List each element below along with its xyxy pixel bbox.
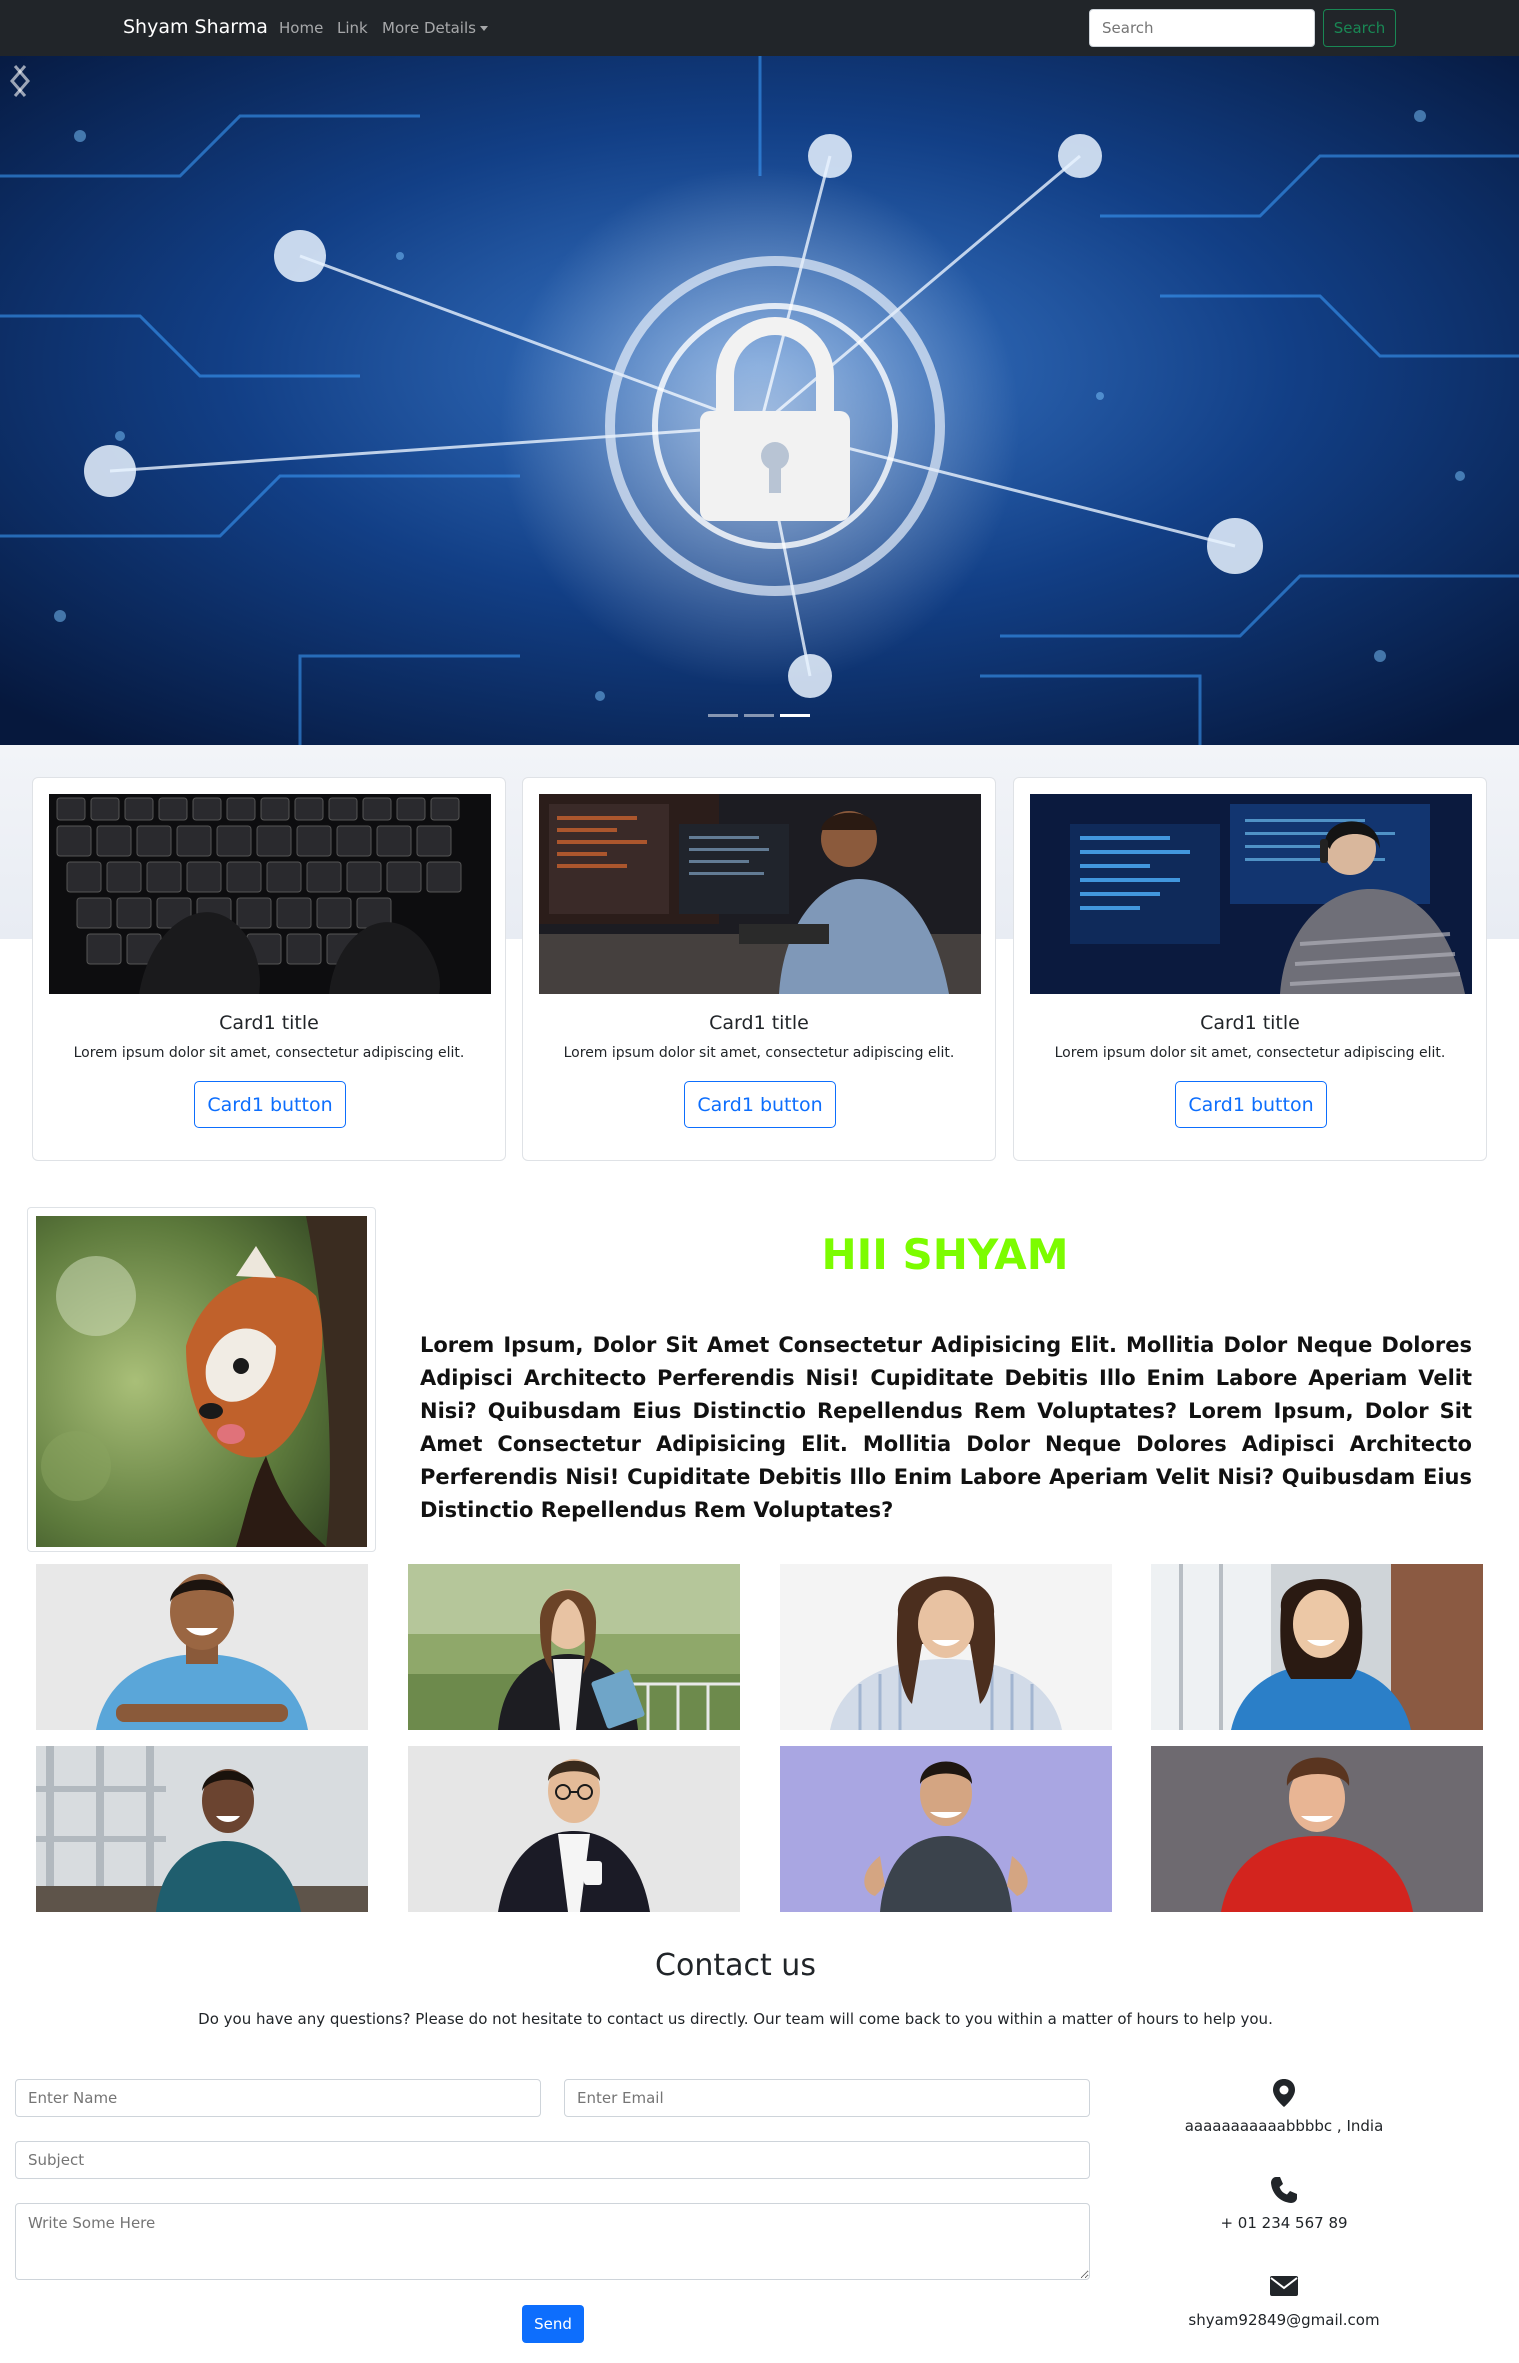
gallery-image	[780, 1746, 1112, 1912]
hero-carousel	[0, 56, 1519, 745]
card-button[interactable]: Card1 button	[194, 1081, 346, 1128]
gallery-image	[408, 1746, 740, 1912]
card: Card1 title Lorem ipsum dolor sit amet, …	[1013, 777, 1487, 1161]
about-image-frame	[27, 1207, 376, 1552]
card-button[interactable]: Card1 button	[684, 1081, 836, 1128]
contact-description: Do you have any questions? Please do not…	[198, 2010, 1273, 2028]
card-title: Card1 title	[219, 1012, 319, 1034]
map-marker-icon	[1273, 2079, 1295, 2107]
gallery-image	[780, 1564, 1112, 1730]
card-title: Card1 title	[709, 1012, 809, 1034]
navbar: Shyam Sharma Home Link More Details Sear…	[0, 0, 1519, 56]
nav-dropdown-label: More Details	[382, 19, 476, 37]
card-image-keyboard	[49, 794, 491, 994]
card-image-woman-coding	[1030, 794, 1472, 994]
nav-dropdown-more-details[interactable]: More Details	[382, 19, 488, 37]
caret-down-icon	[479, 26, 488, 31]
carousel-next-icon[interactable]	[0, 56, 40, 106]
card-image-man-coding	[539, 794, 981, 994]
name-field[interactable]	[15, 2079, 541, 2117]
gallery-image	[36, 1746, 368, 1912]
send-button[interactable]: Send	[522, 2305, 584, 2343]
card-text: Lorem ipsum dolor sit amet, consectetur …	[73, 1045, 465, 1061]
envelope-icon	[1270, 2276, 1298, 2296]
card: Card1 title Lorem ipsum dolor sit amet, …	[32, 777, 506, 1161]
card-text: Lorem ipsum dolor sit amet, consectetur …	[563, 1045, 955, 1061]
card-text: Lorem ipsum dolor sit amet, consectetur …	[1054, 1045, 1446, 1061]
gallery-image	[1151, 1746, 1483, 1912]
nav-link-home[interactable]: Home	[279, 19, 323, 37]
carousel-indicator[interactable]	[744, 714, 774, 717]
phone-text: + 01 234 567 89	[1220, 2214, 1348, 2232]
carousel-indicator-active[interactable]	[780, 714, 810, 717]
search-button[interactable]: Search	[1323, 9, 1396, 47]
card-button[interactable]: Card1 button	[1175, 1081, 1327, 1128]
gallery-image	[1151, 1564, 1483, 1730]
phone-icon	[1271, 2177, 1297, 2203]
navbar-brand[interactable]: Shyam Sharma	[123, 16, 268, 38]
subject-field[interactable]	[15, 2141, 1090, 2179]
about-title: HII SHYAM	[821, 1230, 1069, 1279]
email-field[interactable]	[564, 2079, 1090, 2117]
card: Card1 title Lorem ipsum dolor sit amet, …	[522, 777, 996, 1161]
gallery-image	[408, 1564, 740, 1730]
carousel-indicator[interactable]	[708, 714, 738, 717]
about-text: Lorem Ipsum, Dolor Sit Amet Consectetur …	[420, 1333, 1472, 1522]
gallery-image	[36, 1564, 368, 1730]
card-title: Card1 title	[1200, 1012, 1300, 1034]
contact-title: Contact us	[655, 1948, 816, 1983]
message-field[interactable]	[15, 2203, 1090, 2280]
carousel-image-circuit-lock	[0, 56, 1519, 745]
search-input[interactable]	[1089, 9, 1315, 47]
address-text: aaaaaaaaaaabbbbc , India	[1184, 2117, 1384, 2135]
nav-link-link[interactable]: Link	[337, 19, 368, 37]
about-image-red-panda	[36, 1216, 367, 1547]
email-text: shyam92849@gmail.com	[1188, 2311, 1380, 2329]
